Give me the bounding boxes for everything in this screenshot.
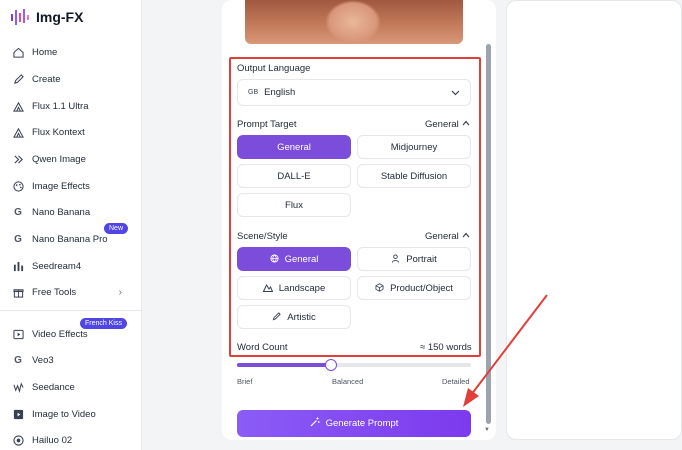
- sidebar-item-label: Video Effects: [32, 328, 88, 340]
- sidebar-item-nano-banana[interactable]: G Nano Banana: [0, 200, 142, 224]
- preview-image: [245, 0, 463, 44]
- hailuo-icon: [12, 434, 24, 446]
- gift-icon: [12, 286, 24, 298]
- sidebar-item-flux-kontext[interactable]: Flux Kontext: [0, 120, 142, 144]
- sidebar-item-label: Veo3: [32, 354, 54, 366]
- scroll-down-icon[interactable]: ▼: [484, 427, 490, 433]
- sidebar-item-seedance[interactable]: Seedance: [0, 375, 142, 399]
- sidebar-item-veo3[interactable]: G Veo3: [0, 348, 142, 372]
- seedance-icon: [12, 381, 24, 393]
- sidebar: Img-FX Home Create Flux 1.1 Ultra Flux K…: [0, 0, 142, 450]
- sidebar-item-image-to-video[interactable]: Image to Video: [0, 402, 142, 426]
- sidebar-item-label: Image to Video: [32, 408, 96, 420]
- brand[interactable]: Img-FX: [10, 6, 83, 28]
- flux-icon: [12, 100, 24, 112]
- sidebar-item-home[interactable]: Home: [0, 40, 142, 64]
- logo-icon: [11, 9, 29, 25]
- tick-brief: Brief: [237, 377, 253, 386]
- magic-wand-icon: [310, 417, 320, 430]
- google-icon: G: [14, 233, 22, 245]
- highlight-box: [229, 57, 481, 357]
- sidebar-item-image-effects[interactable]: Image Effects: [0, 174, 142, 198]
- home-icon: [12, 46, 24, 58]
- chevron-right-icon: ›: [118, 286, 122, 298]
- sidebar-item-qwen-image[interactable]: Qwen Image: [0, 147, 142, 171]
- word-count-slider[interactable]: [237, 359, 471, 371]
- sidebar-item-label: Qwen Image: [32, 153, 86, 165]
- google-icon: G: [14, 206, 22, 218]
- sidebar-divider: [0, 310, 142, 311]
- sidebar-item-label: Create: [32, 73, 61, 85]
- sidebar-item-label: Nano Banana Pro: [32, 233, 108, 245]
- brand-title: Img-FX: [36, 9, 84, 25]
- sidebar-item-hailuo[interactable]: Hailuo 02: [0, 428, 142, 450]
- pen-icon: [12, 73, 24, 85]
- sidebar-item-label: Home: [32, 46, 58, 58]
- sidebar-item-label: Seedance: [32, 381, 75, 393]
- flux-icon: [12, 126, 24, 138]
- tick-balanced: Balanced: [332, 377, 364, 386]
- sidebar-item-label: Hailuo 02: [32, 434, 73, 446]
- sidebar-item-label: Free Tools: [32, 286, 77, 298]
- french-kiss-badge: French Kiss: [80, 318, 127, 329]
- qwen-icon: [12, 153, 24, 165]
- slider-thumb[interactable]: [324, 359, 337, 371]
- sidebar-item-label: Seedream4: [32, 260, 82, 272]
- sidebar-item-flux-ultra[interactable]: Flux 1.1 Ultra: [0, 94, 142, 118]
- sidebar-item-free-tools[interactable]: Free Tools ›: [0, 280, 142, 304]
- generate-prompt-button[interactable]: Generate Prompt: [237, 410, 471, 437]
- sidebar-item-label: Flux Kontext: [32, 126, 85, 138]
- palette-icon: [12, 180, 24, 192]
- new-badge: New: [104, 223, 129, 234]
- generate-prompt-label: Generate Prompt: [325, 418, 399, 429]
- sidebar-item-label: Nano Banana: [32, 206, 91, 218]
- video-icon: [12, 328, 24, 340]
- bars-icon: [12, 260, 24, 272]
- sidebar-item-label: Image Effects: [32, 180, 90, 192]
- sidebar-item-create[interactable]: Create: [0, 67, 142, 91]
- slider-fill: [237, 363, 331, 367]
- annotation-arrow: [463, 294, 548, 407]
- google-icon: G: [14, 354, 22, 366]
- sidebar-item-label: Flux 1.1 Ultra: [32, 100, 89, 112]
- sidebar-item-seedream4[interactable]: Seedream4: [0, 254, 142, 278]
- image-video-icon: [12, 408, 24, 420]
